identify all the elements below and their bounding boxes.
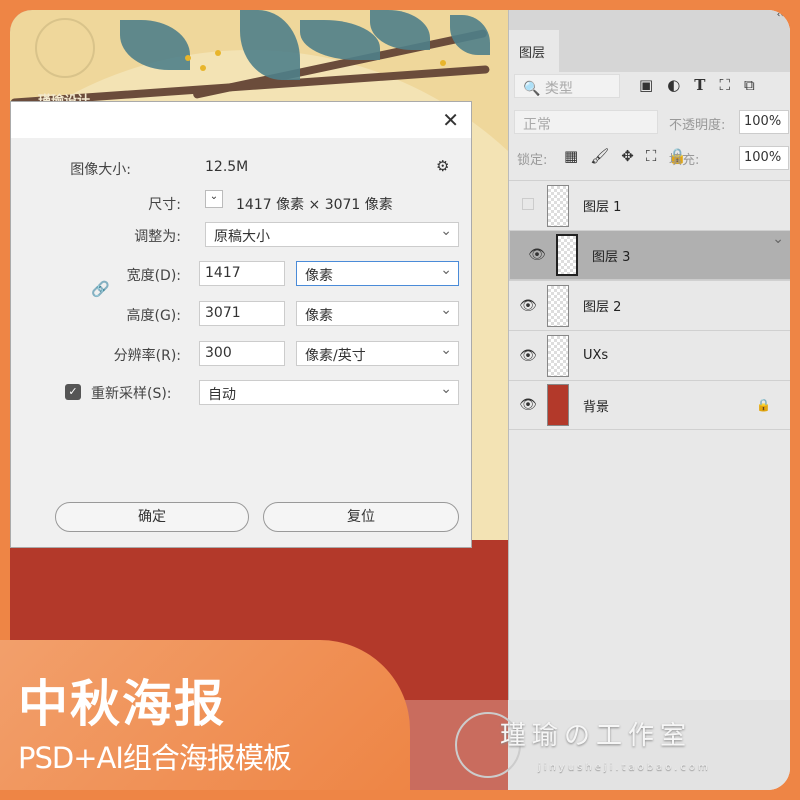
reset-button[interactable]: 复位 <box>263 502 459 532</box>
link-constrain-icon[interactable]: 🔗 <box>91 280 110 298</box>
brand-logo <box>35 18 95 78</box>
search-icon: 🔍 <box>523 81 541 97</box>
lock-icon: 🔒 <box>756 398 771 412</box>
blend-mode-select[interactable]: 正常 <box>514 110 658 134</box>
layer-thumbnail <box>547 384 569 426</box>
close-icon[interactable]: ✕ <box>442 108 459 132</box>
fill-label: 填充: <box>669 153 700 168</box>
fit-to-label: 调整为: <box>134 229 181 245</box>
promo-banner: 中秋海报 PSD+AI组合海报模板 <box>0 640 410 790</box>
dimensions-value: 1417 像素 × 3071 像素 <box>236 197 393 213</box>
type-filter-icon[interactable]: T <box>694 76 705 94</box>
visibility-toggle[interactable] <box>509 197 547 214</box>
eye-icon[interactable]: 👁 <box>509 348 547 364</box>
layer-thumbnail <box>547 284 569 327</box>
layer-row[interactable]: 👁 背景 🔒 <box>509 380 790 430</box>
dimensions-dropdown[interactable]: ⌄ <box>205 190 223 208</box>
image-size-dialog: ✕ 图像大小: 12.5M ⚙ 尺寸: ⌄ 1417 像素 × 3071 像素 … <box>10 101 472 548</box>
filter-type-select[interactable]: 🔍 类型 <box>514 74 620 98</box>
layer-row[interactable]: 👁 图层 2 <box>509 280 790 330</box>
resample-checkbox[interactable]: ✓ <box>65 384 81 400</box>
tab-layers[interactable]: 图层 <box>509 30 559 72</box>
lock-position-icon[interactable]: ✥ <box>621 147 634 165</box>
eye-icon[interactable]: 👁 <box>509 397 547 413</box>
watermark-name: 瑾瑜の工作室 <box>500 721 693 751</box>
lock-image-icon[interactable]: 🖌 <box>590 147 609 165</box>
watermark-url: jinyusheji.taobao.com <box>538 762 711 773</box>
height-label: 高度(G): <box>126 308 182 324</box>
adjustment-filter-icon[interactable]: ◐ <box>667 76 680 94</box>
width-unit-select[interactable]: 像素 <box>296 261 459 286</box>
smart-object-thumbnail <box>547 334 569 377</box>
dimensions-label: 尺寸: <box>148 197 181 213</box>
banner-title: 中秋海报 <box>18 675 226 733</box>
lock-label: 锁定: <box>517 153 548 168</box>
image-size-label: 图像大小: <box>70 162 131 178</box>
resolution-input[interactable]: 300 <box>199 341 285 366</box>
eye-icon[interactable]: 👁 <box>518 247 556 263</box>
resolution-unit-select[interactable]: 像素/英寸 <box>296 341 459 366</box>
image-size-value: 12.5M <box>205 159 249 175</box>
ok-button[interactable]: 确定 <box>55 502 249 532</box>
layer-thumbnail <box>556 234 578 276</box>
resolution-label: 分辨率(R): <box>113 348 181 364</box>
layers-panel: ‹‹ 图层 🔍 类型 ▣ ◐ T ⛶ ⧉ 正常 不透明度: 100% 锁定: ▦… <box>508 10 790 790</box>
image-filter-icon[interactable]: ▣ <box>639 76 653 94</box>
width-input[interactable]: 1417 <box>199 261 285 286</box>
layer-row[interactable]: 👁 图层 3 <box>509 230 790 280</box>
height-input[interactable]: 3071 <box>199 301 285 326</box>
resample-label: 重新采样(S): <box>91 386 172 402</box>
collapse-button[interactable]: ‹‹ <box>777 10 784 20</box>
smart-object-filter-icon[interactable]: ⧉ <box>744 76 755 94</box>
layer-row[interactable]: 图层 1 <box>509 180 790 230</box>
height-unit-select[interactable]: 像素 <box>296 301 459 326</box>
resample-select[interactable]: 自动 <box>199 380 459 405</box>
banner-subtitle: PSD+AI组合海报模板 <box>18 741 292 775</box>
lock-transparent-icon[interactable]: ▦ <box>564 147 578 165</box>
gear-icon[interactable]: ⚙ <box>436 157 449 175</box>
layer-row[interactable]: 👁 UXs <box>509 330 790 380</box>
shape-filter-icon[interactable]: ⛶ <box>719 76 730 94</box>
fit-to-select[interactable]: 原稿大小 <box>205 222 459 247</box>
opacity-input[interactable]: 100% <box>739 110 789 134</box>
opacity-label: 不透明度: <box>669 118 726 133</box>
lock-artboard-icon[interactable]: ⛶ <box>646 147 657 165</box>
fill-input[interactable]: 100% <box>739 146 789 170</box>
layer-thumbnail <box>547 184 569 227</box>
eye-icon[interactable]: 👁 <box>509 298 547 314</box>
